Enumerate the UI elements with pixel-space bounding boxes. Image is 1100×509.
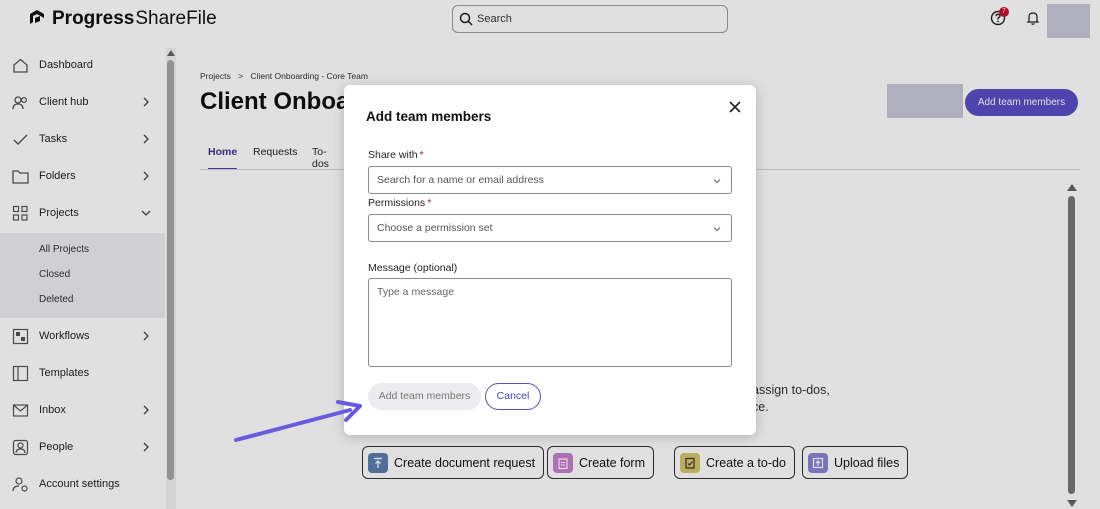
close-icon[interactable] bbox=[728, 100, 742, 114]
permissions-placeholder: Choose a permission set bbox=[377, 222, 493, 234]
permissions-label-text: Permissions bbox=[368, 197, 426, 209]
annotation-arrow-icon bbox=[234, 400, 362, 442]
required-marker: * bbox=[419, 149, 424, 161]
chevron-down-icon bbox=[713, 227, 721, 232]
share-with-label: Share with * bbox=[368, 149, 424, 161]
dialog-title: Add team members bbox=[366, 109, 492, 124]
share-with-label-text: Share with bbox=[368, 149, 418, 161]
share-with-placeholder: Search for a name or email address bbox=[377, 174, 544, 186]
permissions-label: Permissions * bbox=[368, 197, 431, 209]
share-with-select[interactable]: Search for a name or email address bbox=[368, 166, 732, 194]
cancel-button[interactable]: Cancel bbox=[485, 383, 541, 410]
submit-add-team-members-button[interactable]: Add team members bbox=[368, 383, 481, 410]
chevron-down-icon bbox=[713, 179, 721, 184]
message-placeholder: Type a message bbox=[377, 286, 455, 298]
required-marker: * bbox=[427, 197, 432, 209]
message-textarea[interactable]: Type a message bbox=[368, 278, 732, 367]
add-team-members-dialog: Add team members Share with * Search for … bbox=[344, 85, 756, 435]
message-label: Message (optional) bbox=[368, 262, 458, 274]
permissions-select[interactable]: Choose a permission set bbox=[368, 214, 732, 242]
